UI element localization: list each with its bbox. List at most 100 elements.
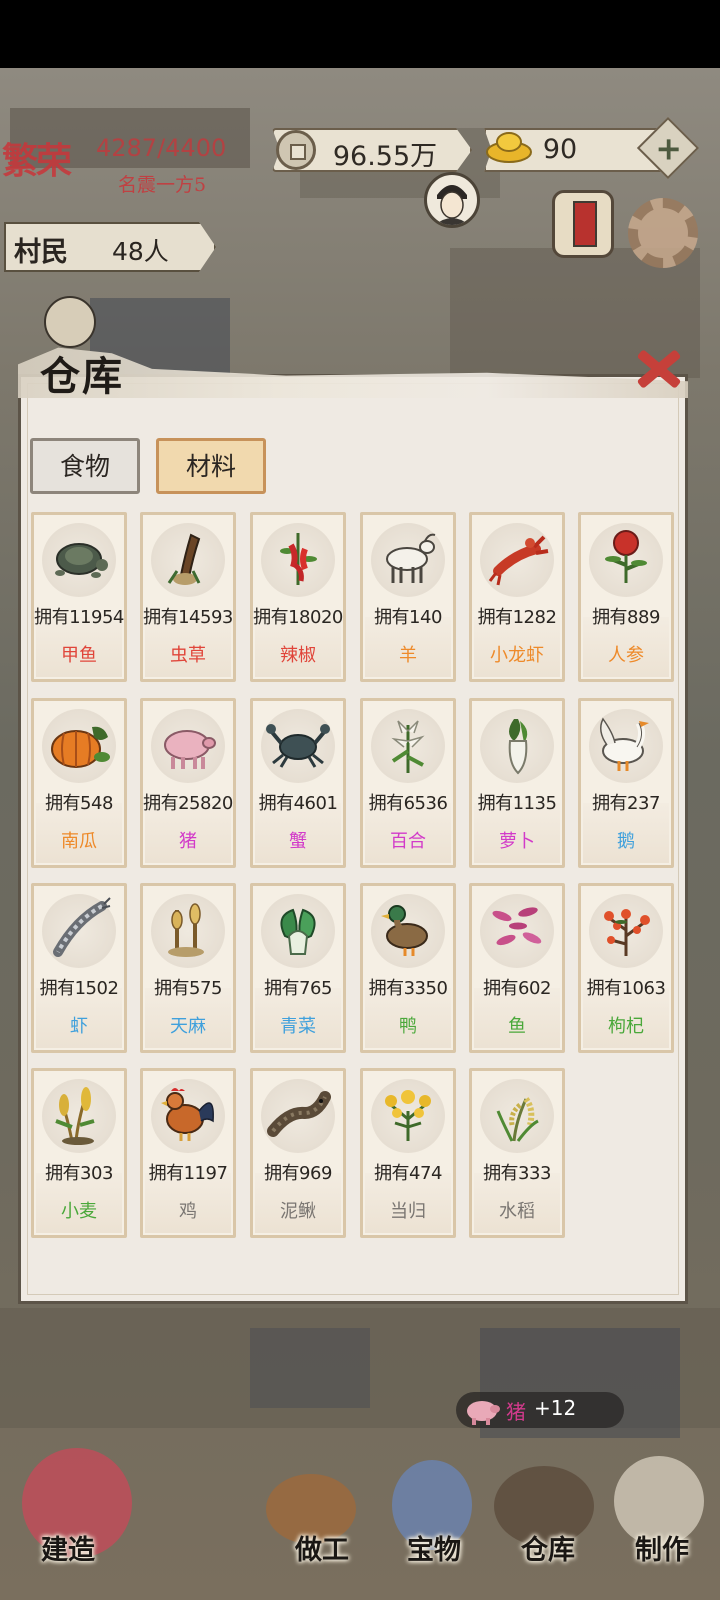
item-name: 小麦 (61, 1201, 97, 1222)
rooster-icon (161, 1088, 214, 1141)
item-card[interactable]: 拥有25820 猪 (140, 698, 236, 868)
nav-label: 做工 (295, 1535, 349, 1566)
tab-food[interactable]: 食物 (30, 438, 140, 494)
item-owned-count: 拥有474 (374, 1163, 442, 1184)
nav-treasure[interactable]: 宝物 (380, 1440, 480, 1600)
item-card[interactable]: 拥有333 水稻 (469, 1068, 565, 1238)
nav-craft[interactable]: 制作 (610, 1440, 720, 1600)
item-card[interactable]: 拥有1502 虾 (31, 883, 127, 1053)
item-card[interactable]: 拥有140 羊 (360, 512, 456, 682)
prosperity-rank: 名震一方5 (118, 174, 207, 196)
goji-icon (604, 909, 650, 956)
shrimp-icon (53, 897, 111, 957)
event-scroll-icon[interactable] (552, 190, 614, 258)
gold-value: 90 (542, 134, 578, 165)
item-card[interactable]: 拥有303 小麦 (31, 1068, 127, 1238)
item-card[interactable]: 拥有474 当归 (360, 1068, 456, 1238)
item-owned-count: 拥有969 (264, 1163, 332, 1184)
status-bar (0, 0, 720, 68)
item-owned-count: 拥有6536 (368, 793, 448, 814)
item-name: 当归 (390, 1201, 426, 1222)
turtle-icon (55, 543, 108, 578)
crayfish-icon (488, 535, 549, 586)
item-owned-count: 拥有602 (483, 978, 551, 999)
crab-icon (266, 724, 330, 768)
villagers-count: 48人 (112, 237, 169, 266)
item-name: 鹅 (617, 831, 635, 852)
item-owned-count: 拥有18020 (253, 607, 343, 628)
angelica-icon (385, 1090, 431, 1141)
item-name: 鸭 (399, 1016, 417, 1037)
item-name: 水稻 (499, 1201, 535, 1222)
npc-portrait[interactable] (44, 296, 96, 348)
item-card[interactable]: 拥有237 鹅 (578, 698, 674, 868)
advisor-avatar[interactable] (424, 172, 480, 228)
item-owned-count: 拥有4601 (258, 793, 338, 814)
goose-icon (600, 717, 649, 771)
item-name: 鱼 (508, 1016, 526, 1037)
item-card[interactable]: 拥有548 南瓜 (31, 698, 127, 868)
item-card[interactable]: 拥有14593 虫草 (140, 512, 236, 682)
item-card[interactable]: 拥有575 天麻 (140, 883, 236, 1053)
close-icon[interactable] (630, 342, 686, 394)
lily-icon (391, 720, 425, 773)
item-name: 泥鳅 (280, 1201, 316, 1222)
nav-label: 制作 (635, 1535, 689, 1566)
advisor-face-icon (435, 185, 469, 225)
item-owned-count: 拥有303 (45, 1163, 113, 1184)
item-owned-count: 拥有889 (592, 607, 660, 628)
item-name: 南瓜 (61, 831, 97, 852)
item-card[interactable]: 拥有11954 甲鱼 (31, 512, 127, 682)
nav-label: 宝物 (407, 1535, 461, 1566)
item-owned-count: 拥有14593 (143, 607, 233, 628)
item-card[interactable]: 拥有765 青菜 (250, 883, 346, 1053)
nav-work[interactable]: 做工 (262, 1440, 362, 1600)
gold-ingot-icon (486, 132, 532, 163)
nav-warehouse[interactable]: 仓库 (490, 1440, 600, 1600)
loach-icon (267, 1091, 331, 1137)
item-card[interactable]: 拥有1282 小龙虾 (469, 512, 565, 682)
villagers-label: 村民 (14, 237, 68, 268)
gastrodia-icon (168, 903, 204, 957)
item-card[interactable]: 拥有1063 枸杞 (578, 883, 674, 1053)
fish-icon (492, 907, 542, 946)
item-card[interactable]: 拥有1197 鸡 (140, 1068, 236, 1238)
item-name: 人参 (608, 645, 644, 666)
pig-icon (164, 730, 216, 769)
rice-icon (496, 1097, 539, 1142)
pumpkin-icon (51, 726, 110, 768)
item-owned-count: 拥有3350 (368, 978, 448, 999)
tab-materials[interactable]: 材料 (156, 438, 266, 494)
item-owned-count: 拥有1282 (477, 607, 557, 628)
nav-build[interactable]: 建造 (20, 1440, 132, 1600)
plus-icon: + (655, 129, 683, 168)
item-card[interactable]: 拥有889 人参 (578, 512, 674, 682)
item-owned-count: 拥有237 (592, 793, 660, 814)
gear-icon[interactable] (628, 198, 698, 268)
item-card[interactable]: 拥有1135 萝卜 (469, 698, 565, 868)
item-card[interactable]: 拥有602 鱼 (469, 883, 565, 1053)
item-card[interactable]: 拥有18020 辣椒 (250, 512, 346, 682)
item-owned-count: 拥有11954 (34, 607, 124, 628)
item-name: 鸡 (179, 1201, 197, 1222)
item-card[interactable]: 拥有4601 蟹 (250, 698, 346, 868)
item-name: 青菜 (280, 1016, 316, 1037)
duck-icon (381, 905, 428, 956)
prosperity-progress-text: 4287/4400 (96, 134, 227, 162)
item-owned-count: 拥有25820 (143, 793, 233, 814)
item-card[interactable]: 拥有6536 百合 (360, 698, 456, 868)
item-card[interactable]: 拥有969 泥鳅 (250, 1068, 346, 1238)
item-owned-count: 拥有1502 (39, 978, 119, 999)
item-name: 蟹 (289, 831, 307, 852)
item-name: 甲鱼 (61, 645, 97, 666)
item-owned-count: 拥有575 (154, 978, 222, 999)
item-card[interactable]: 拥有3350 鸭 (360, 883, 456, 1053)
chili-icon (280, 533, 317, 585)
item-name: 萝卜 (499, 831, 535, 852)
radish-icon (508, 719, 528, 775)
nav-label: 仓库 (521, 1535, 575, 1566)
item-name: 虾 (70, 1016, 88, 1037)
item-name: 百合 (390, 831, 426, 852)
prosperity-badge: 繁荣 (2, 140, 72, 182)
item-name: 辣椒 (280, 645, 316, 666)
